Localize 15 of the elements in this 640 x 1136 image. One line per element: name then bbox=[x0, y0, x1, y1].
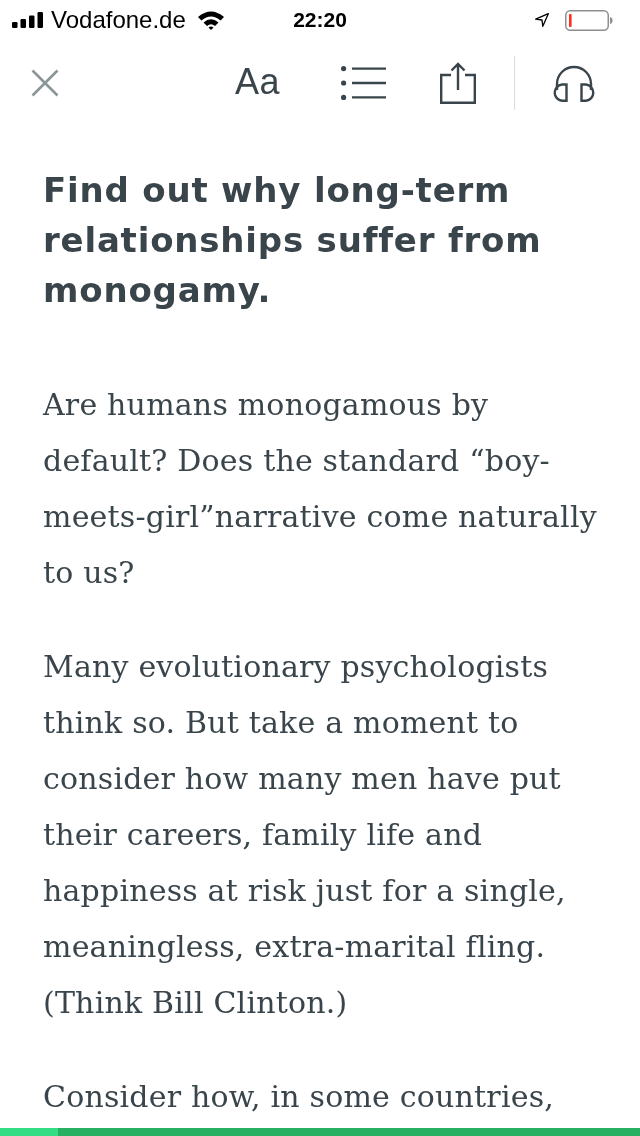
article-heading: Find out why long-term relationships suffer from monogamy. bbox=[43, 169, 543, 312]
headphones-icon bbox=[552, 64, 596, 102]
share-icon bbox=[439, 62, 476, 104]
carrier-name: Vodafone.de bbox=[51, 6, 186, 34]
close-icon bbox=[31, 69, 59, 97]
body-paragraph: Many evolutionary psychologists think so. But take a moment to consider how many men have put their careers, family life and happiness at risk just for a single, meaningless, extra-marital fling. (Think Bill Clinton.) bbox=[43, 648, 567, 1022]
signal-bars-icon bbox=[12, 12, 44, 28]
clock-time: 22:20 bbox=[293, 8, 347, 32]
list-icon bbox=[341, 66, 386, 100]
body-paragraph: Are humans monogamous by default? Does the standard “boy-meets-girl”narrative come naturally to us? bbox=[43, 386, 598, 592]
location-arrow-icon bbox=[535, 13, 549, 27]
wifi-icon bbox=[196, 10, 225, 30]
battery-icon bbox=[565, 9, 613, 31]
body-paragraph: Consider how, in some countries, bbox=[43, 1078, 555, 1116]
font-size-button[interactable]: Aa bbox=[227, 58, 288, 108]
